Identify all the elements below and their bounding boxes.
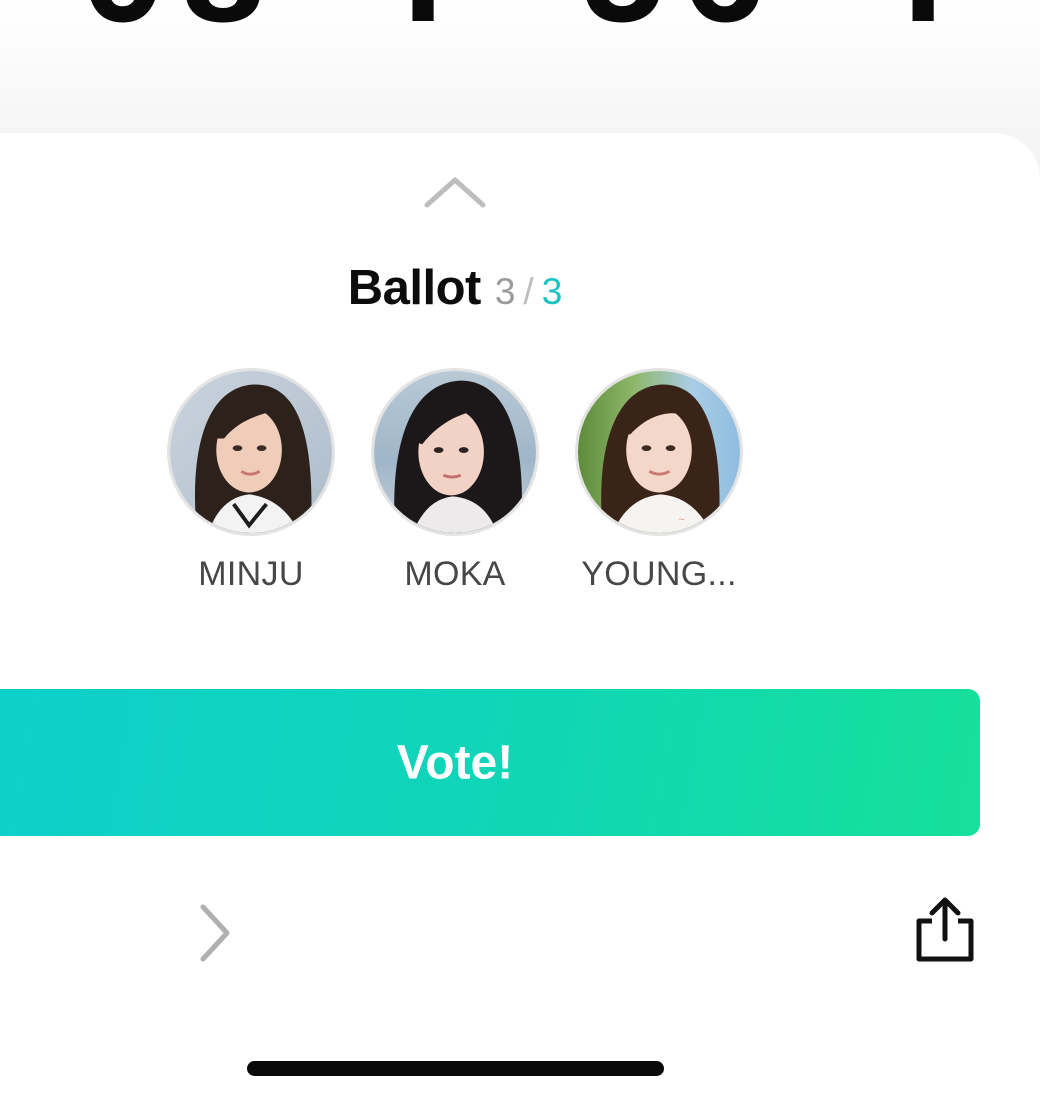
countdown-timer: 08 : 56 : 07: [78, 0, 1040, 57]
candidate-name: YOUNG...: [581, 555, 737, 593]
ballot-max-count: 3: [541, 271, 563, 312]
chevron-right-icon[interactable]: [196, 902, 236, 964]
candidate-moka[interactable]: MOKA: [360, 368, 550, 594]
svg-text:~: ~: [678, 514, 685, 526]
vote-button-label: Vote!: [396, 736, 514, 789]
candidate-avatar[interactable]: [371, 368, 539, 536]
candidate-name: MOKA: [404, 555, 506, 593]
vote-screen: 08 : 56 : 07 Ballot 3/3: [0, 0, 1040, 1098]
ballot-selected-count: 3: [494, 271, 516, 312]
ballot-separator: /: [523, 271, 534, 312]
candidate-avatar[interactable]: [167, 368, 335, 536]
home-indicator: [247, 1061, 664, 1076]
candidate-name: MINJU: [198, 555, 304, 593]
ballot-counter: 3/3: [495, 271, 562, 312]
chevron-up-icon[interactable]: [423, 174, 487, 210]
ballot-header: Ballot 3/3: [0, 256, 910, 324]
candidate-avatar[interactable]: ~: [575, 368, 743, 536]
candidate-minju[interactable]: MINJU: [156, 368, 346, 594]
share-icon[interactable]: [912, 895, 978, 965]
candidate-young[interactable]: ~ YOUNG...: [564, 368, 754, 594]
ballot-title: Ballot: [347, 261, 482, 315]
vote-button[interactable]: Vote!: [0, 689, 980, 836]
